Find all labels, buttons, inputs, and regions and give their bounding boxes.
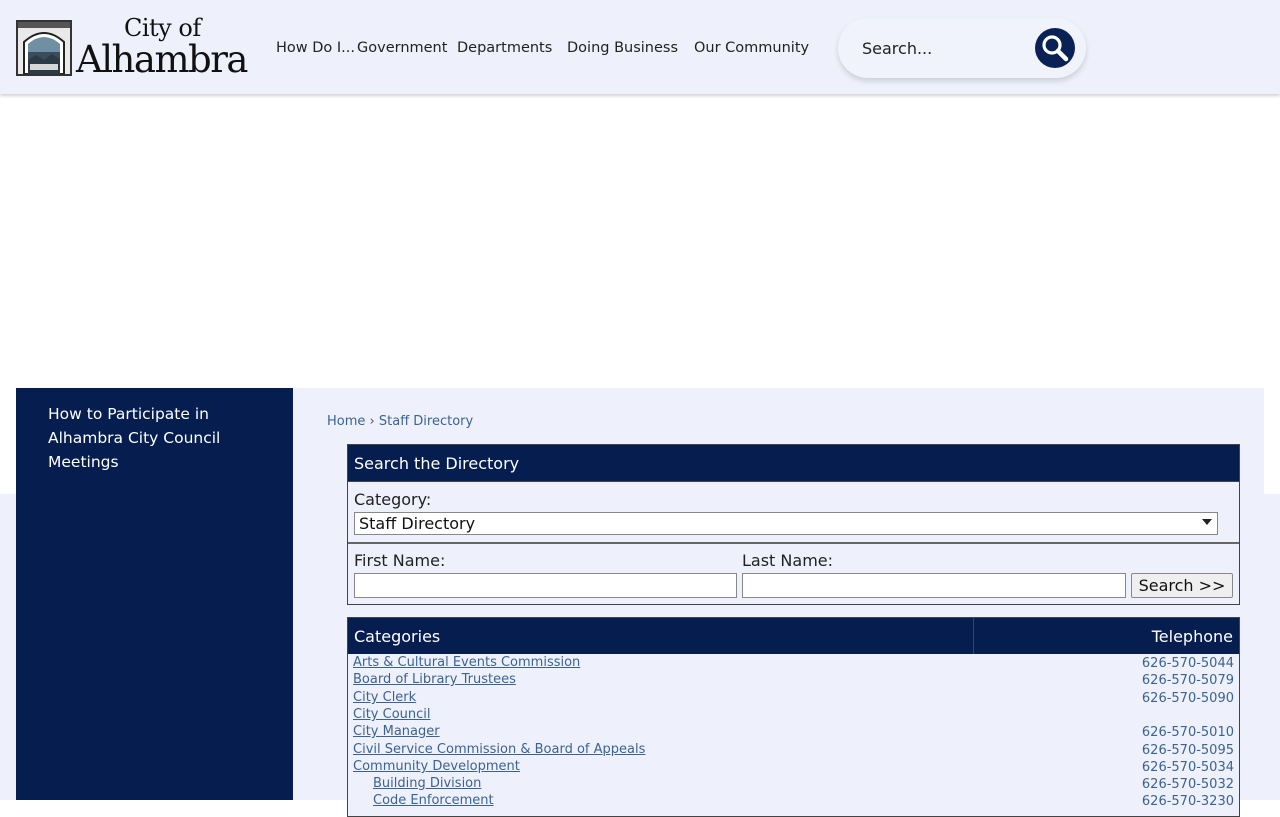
sidebar: How to Participate in Alhambra City Coun… — [16, 388, 293, 800]
category-select-value: Staff Directory — [359, 514, 476, 533]
breadcrumb-current[interactable]: Staff Directory — [379, 414, 473, 429]
nav-our-community[interactable]: Our Community — [694, 40, 809, 56]
last-name-field[interactable] — [742, 573, 1126, 598]
table-row: City Council — [348, 707, 1239, 724]
sidebar-link-council-meetings[interactable]: How to Participate in Alhambra City Coun… — [48, 402, 268, 474]
category-link[interactable]: Community Development — [353, 759, 520, 774]
nav-doing-business[interactable]: Doing Business — [567, 40, 678, 56]
site-header: City of Alhambra How Do I... Government … — [0, 0, 1280, 94]
logo-alhambra-text: Alhambra — [76, 38, 248, 81]
category-phone: 626-570-5079 — [1141, 673, 1234, 688]
table-row: City Clerk 626-570-5090 — [348, 690, 1239, 707]
categories-table: Categories Telephone Arts & Cultural Eve… — [347, 617, 1240, 817]
category-phone: 626-570-5090 — [1141, 691, 1234, 706]
category-link[interactable]: Code Enforcement — [373, 793, 494, 808]
category-link[interactable]: Civil Service Commission & Board of Appe… — [353, 742, 645, 757]
telephone-column-header: Telephone — [1151, 627, 1233, 646]
table-row: Arts & Cultural Events Commission 626-57… — [348, 655, 1239, 672]
table-row: Civil Service Commission & Board of Appe… — [348, 742, 1239, 759]
category-link[interactable]: Building Division — [373, 776, 481, 791]
table-row: Board of Library Trustees 626-570-5079 — [348, 672, 1239, 689]
category-phone: 626-570-5010 — [1141, 725, 1234, 740]
category-phone: 626-570-5095 — [1141, 743, 1234, 758]
category-link[interactable]: City Manager — [353, 724, 440, 739]
category-link[interactable]: Arts & Cultural Events Commission — [353, 655, 580, 670]
last-name-label: Last Name: — [742, 551, 834, 570]
directory-search-form: Search the Directory Category: Staff Dir… — [347, 444, 1240, 605]
directory-search-button[interactable]: Search >> — [1131, 573, 1233, 598]
chevron-down-icon — [1202, 519, 1212, 525]
site-search — [838, 18, 1086, 78]
categories-header-row: Categories Telephone — [348, 618, 1239, 654]
category-select[interactable]: Staff Directory — [354, 512, 1218, 535]
main-content: Home › Staff Directory Search the Direct… — [293, 388, 1264, 817]
breadcrumb-separator: › — [369, 414, 375, 429]
site-logo[interactable]: City of Alhambra — [16, 14, 256, 81]
directory-search-title: Search the Directory — [354, 454, 520, 473]
form-divider — [348, 542, 1239, 544]
nav-how-do-i[interactable]: How Do I... — [276, 40, 355, 56]
first-name-field[interactable] — [354, 573, 737, 598]
first-name-label: First Name: — [354, 551, 446, 570]
category-link[interactable]: Board of Library Trustees — [353, 672, 516, 687]
table-row: Code Enforcement 626-570-3230 — [348, 793, 1239, 810]
city-arch-emblem-icon — [16, 20, 72, 76]
category-label: Category: — [354, 490, 432, 509]
category-phone: 626-570-5044 — [1141, 656, 1234, 671]
category-link[interactable]: City Council — [353, 707, 431, 722]
category-phone: 626-570-5034 — [1141, 760, 1234, 775]
nav-departments[interactable]: Departments — [457, 40, 552, 56]
nav-government[interactable]: Government — [357, 40, 447, 56]
site-search-input[interactable] — [862, 36, 1022, 60]
category-phone: 626-570-3230 — [1141, 794, 1234, 809]
category-link[interactable]: City Clerk — [353, 690, 416, 705]
breadcrumb: Home › Staff Directory — [327, 414, 473, 429]
directory-search-header: Search the Directory — [348, 445, 1239, 482]
table-row: City Manager 626-570-5010 — [348, 724, 1239, 741]
table-row: Community Development 626-570-5034 — [348, 759, 1239, 776]
column-divider — [973, 618, 974, 654]
search-icon — [1042, 35, 1069, 62]
site-search-button[interactable] — [1035, 28, 1075, 68]
table-row: Building Division 626-570-5032 — [348, 776, 1239, 793]
breadcrumb-home[interactable]: Home — [327, 414, 365, 429]
categories-column-header: Categories — [354, 627, 441, 646]
category-phone: 626-570-5032 — [1141, 777, 1234, 792]
